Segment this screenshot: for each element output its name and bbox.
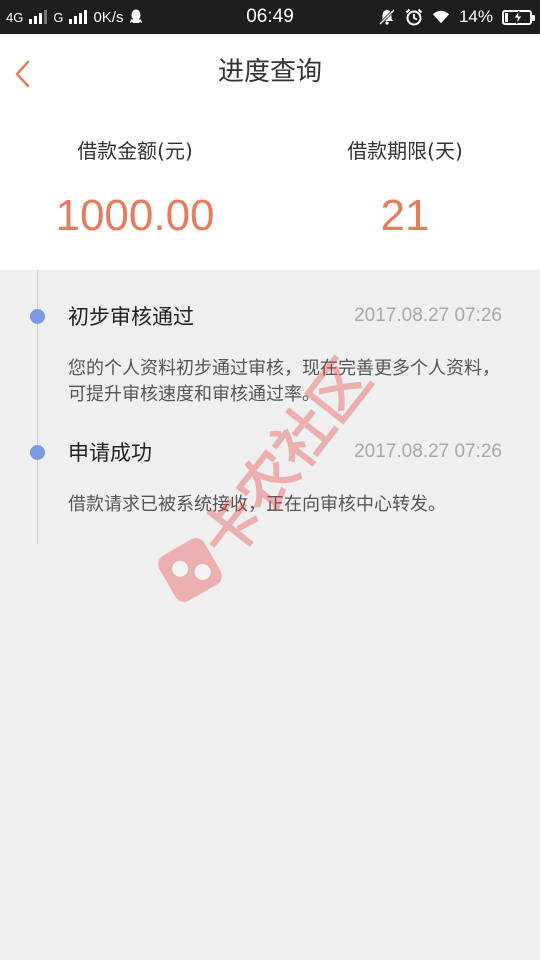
timeline-dot	[30, 309, 45, 324]
page-title: 进度查询	[217, 57, 322, 87]
loan-amount-label: 借款金额(元)	[77, 139, 193, 163]
mute-notification-icon	[378, 8, 396, 26]
loan-amount-value: 1000.00	[55, 191, 215, 240]
timeline-item-title: 申请成功	[68, 441, 152, 465]
battery-icon	[502, 9, 535, 25]
top-navigation-bar: 进度查询	[0, 34, 540, 110]
loan-term-value: 21	[380, 191, 430, 240]
alarm-icon	[405, 8, 423, 26]
status-right: 14%	[378, 0, 535, 34]
timeline-item-description: 您的个人资料初步通过审核，现在完善更多个人资料，可提升审核速度和审核通过率。	[68, 358, 500, 405]
status-bar: 4G G 0K/s 06:49 14%	[0, 0, 540, 34]
loan-summary: 借款金额(元) 1000.00 借款期限(天) 21	[0, 110, 540, 270]
battery-level	[505, 12, 508, 22]
wifi-icon	[432, 10, 450, 24]
timeline-item-description: 借款请求已被系统接收，正在向审核中心转发。	[68, 494, 446, 515]
charging-icon	[513, 10, 523, 24]
loan-term-label: 借款期限(天)	[347, 139, 463, 163]
loan-amount: 借款金额(元) 1000.00	[0, 110, 270, 242]
timeline-dot	[30, 445, 45, 460]
timeline-item-title: 初步审核通过	[68, 305, 194, 329]
progress-timeline: 初步审核通过 2017.08.27 07:26 您的个人资料初步通过审核，现在完…	[0, 270, 540, 960]
timeline-item-time: 2017.08.27 07:26	[354, 305, 502, 326]
battery-percent: 14%	[458, 7, 493, 26]
loan-term: 借款期限(天) 21	[270, 110, 540, 242]
timeline-item-time: 2017.08.27 07:26	[354, 441, 502, 462]
